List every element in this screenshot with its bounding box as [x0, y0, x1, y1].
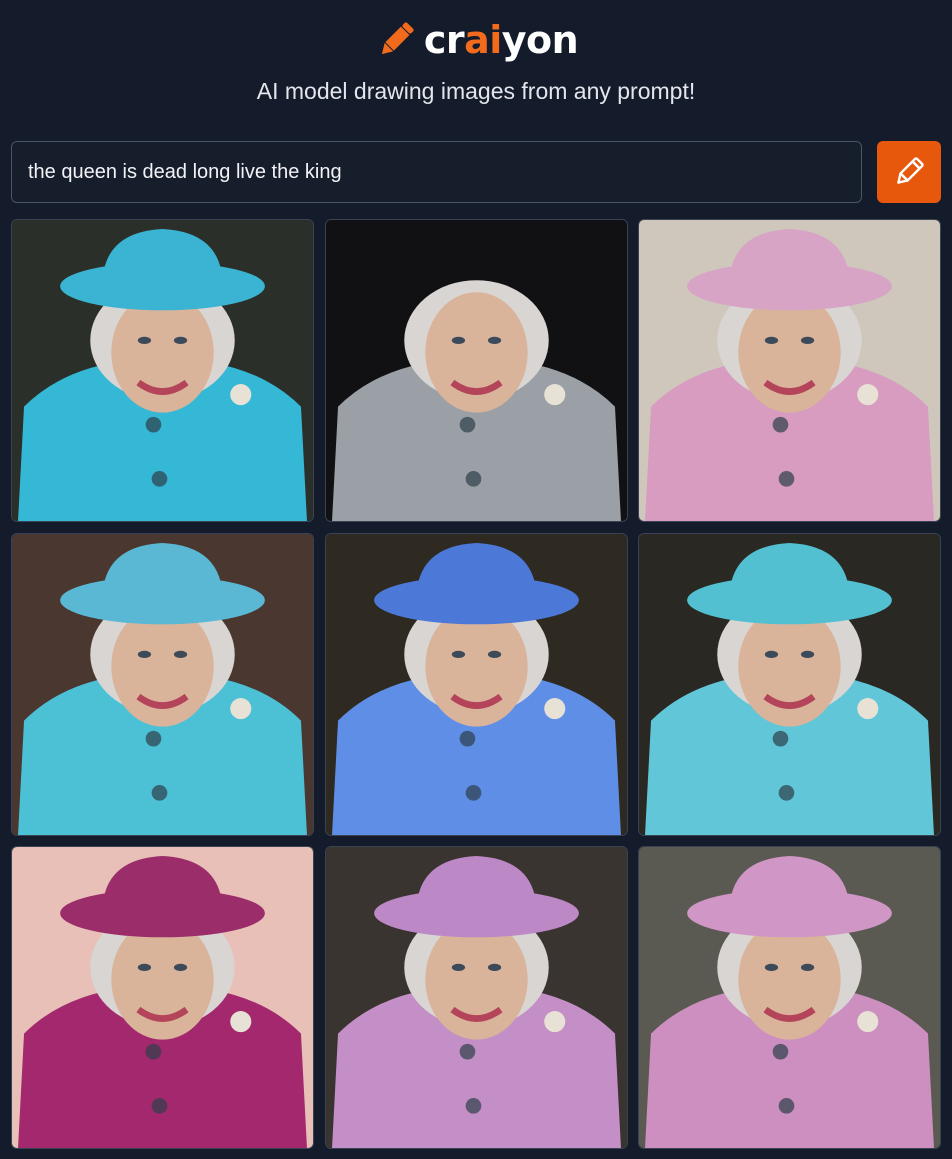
portrait-image: [325, 220, 627, 521]
tagline: AI model drawing images from any prompt!: [256, 78, 696, 104]
prompt-bar: [11, 141, 941, 203]
pencil-icon: [381, 22, 414, 55]
result-image[interactable]: [11, 532, 314, 836]
pencil-icon: [897, 157, 924, 184]
result-image[interactable]: [11, 846, 314, 1149]
portrait-image: [12, 220, 313, 521]
result-image[interactable]: [11, 219, 314, 522]
portrait-image: [639, 220, 940, 521]
draw-button[interactable]: [877, 141, 941, 203]
portrait-image: [639, 533, 940, 835]
brand-name-highlight: ai: [464, 18, 502, 62]
portrait-image: [325, 847, 627, 1148]
portrait-image: [12, 533, 313, 835]
results-grid: [11, 219, 941, 1149]
craiyon-logo[interactable]: craiyon: [0, 14, 952, 66]
result-image[interactable]: [638, 219, 941, 522]
result-image[interactable]: [638, 532, 941, 836]
portrait-image: [12, 847, 313, 1148]
result-image[interactable]: [324, 846, 628, 1149]
prompt-input[interactable]: [11, 141, 862, 203]
result-image[interactable]: [324, 532, 628, 836]
brand-name-prefix: cr: [423, 18, 465, 62]
result-image[interactable]: [324, 219, 628, 522]
result-image[interactable]: [638, 846, 941, 1149]
header: craiyon AI model drawing images from any…: [0, 0, 952, 140]
brand-name-suffix: yon: [501, 18, 579, 62]
portrait-image: [325, 533, 627, 835]
portrait-image: [639, 847, 940, 1148]
brand-name: craiyon: [423, 18, 579, 62]
